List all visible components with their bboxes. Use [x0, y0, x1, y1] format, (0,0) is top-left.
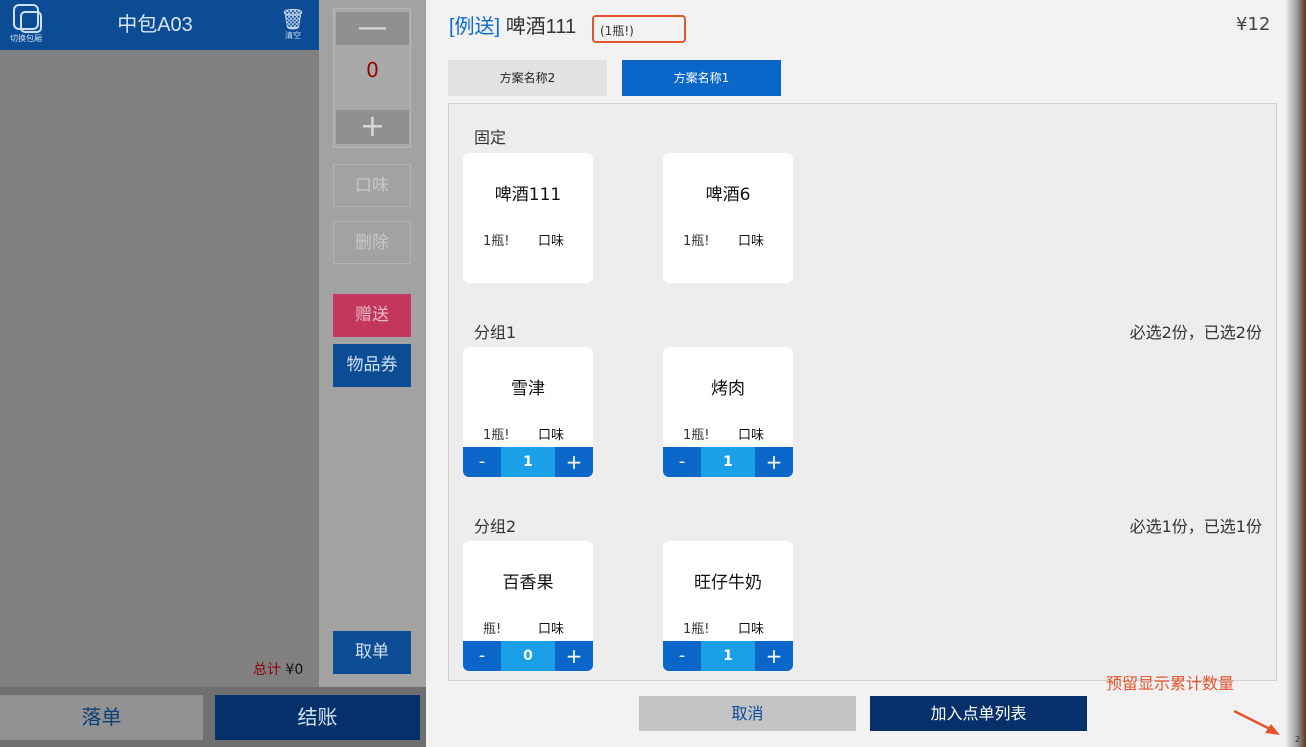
order-total: 总计 ¥0 [253, 659, 303, 679]
total-label: 总计 [253, 662, 281, 678]
item-plus-button[interactable]: + [755, 447, 793, 477]
voucher-button[interactable]: 物品券 [333, 344, 411, 387]
item-card[interactable]: 啤酒111 1瓶! 口味 [463, 153, 593, 283]
item-unit: 1瓶! [683, 234, 710, 249]
quantity-plus-button[interactable]: + [336, 110, 409, 144]
dish-price: ¥12 [1236, 14, 1271, 35]
switch-room-icon [13, 4, 42, 33]
page-number: 2 [1295, 735, 1301, 744]
dialog-title-tag: [例送] [449, 16, 501, 38]
item-card[interactable]: 百香果 瓶! 口味 - 0 + [463, 541, 593, 671]
dialog-title-name: 啤酒111 [505, 16, 577, 38]
dialog-title: [例送] 啤酒111 [449, 10, 576, 39]
quantity-minus-button[interactable]: — [336, 12, 409, 45]
item-minus-button[interactable]: - [663, 447, 701, 477]
gift-button[interactable]: 赠送 [333, 294, 411, 337]
group-title: 固定 [474, 128, 507, 147]
item-taste-button[interactable]: 口味 [738, 424, 764, 443]
item-name: 啤酒111 [494, 185, 562, 205]
item-quantity-stepper: - 1 + [663, 641, 793, 671]
room-name: 中包A03 [117, 14, 193, 36]
item-card[interactable]: 雪津 1瓶! 口味 - 1 + [463, 347, 593, 477]
annotation-note: 预留显示累计数量 [1106, 674, 1235, 693]
order-list [0, 50, 319, 687]
trash-icon: 🗑 [280, 7, 306, 31]
item-card[interactable]: 烤肉 1瓶! 口味 - 1 + [663, 347, 793, 477]
item-name: 烤肉 [711, 379, 745, 399]
item-minus-button[interactable]: - [463, 447, 501, 477]
item-count: 1 [501, 447, 555, 477]
tab-plan-1[interactable]: 方案名称1 [622, 60, 781, 96]
item-unit: 1瓶! [483, 428, 510, 443]
item-name: 旺仔牛奶 [694, 573, 762, 593]
item-card[interactable]: 啤酒6 1瓶! 口味 [663, 153, 793, 283]
item-minus-button[interactable]: - [663, 641, 701, 671]
item-unit: 1瓶! [683, 622, 710, 637]
item-quantity-stepper: - 1 + [463, 447, 593, 477]
total-value: ¥0 [285, 662, 304, 678]
quantity-value: 0 [366, 58, 379, 82]
item-name: 雪津 [511, 379, 545, 399]
item-quantity-stepper: - 0 + [463, 641, 593, 671]
fetch-order-button[interactable]: 取单 [333, 631, 411, 674]
dialog-edge [1284, 0, 1306, 747]
place-order-button[interactable]: 落单 [0, 695, 203, 740]
item-name: 啤酒6 [705, 185, 751, 205]
item-taste-button[interactable]: 口味 [738, 618, 764, 637]
cancel-button[interactable]: 取消 [639, 696, 856, 731]
switch-room-label: 切换包厢 [10, 34, 42, 43]
checkout-button[interactable]: 结账 [215, 695, 420, 740]
add-to-order-button[interactable]: 加入点单列表 [870, 696, 1087, 731]
item-unit: 1瓶! [483, 234, 510, 249]
item-count: 1 [701, 447, 755, 477]
group-title: 分组2 [474, 517, 517, 536]
item-count: 1 [701, 641, 755, 671]
unit-badge: (1瓶!) [592, 15, 686, 43]
item-quantity-stepper: - 1 + [663, 447, 793, 477]
clear-button[interactable]: 🗑 清空 [278, 8, 308, 48]
item-unit: 1瓶! [683, 428, 710, 443]
item-taste-button[interactable]: 口味 [538, 424, 564, 443]
item-unit: 瓶! [483, 622, 502, 637]
tab-plan-2[interactable]: 方案名称2 [448, 60, 607, 96]
group-title: 分组1 [474, 323, 517, 342]
item-plus-button[interactable]: + [555, 447, 593, 477]
item-count: 0 [501, 641, 555, 671]
annotation-arrow-icon [1233, 709, 1280, 735]
item-card[interactable]: 旺仔牛奶 1瓶! 口味 - 1 + [663, 541, 793, 671]
item-taste-button[interactable]: 口味 [538, 230, 564, 249]
item-plus-button[interactable]: + [555, 641, 593, 671]
item-plus-button[interactable]: + [755, 641, 793, 671]
clear-label: 清空 [285, 31, 301, 40]
item-taste-button[interactable]: 口味 [538, 618, 564, 637]
item-taste-button[interactable]: 口味 [738, 230, 764, 249]
group-rule: 必选1份，已选1份 [1129, 517, 1262, 536]
item-name: 百香果 [502, 573, 554, 593]
switch-room-button[interactable]: 切换包厢 [6, 4, 46, 48]
taste-button[interactable]: 口味 [333, 164, 411, 207]
group-rule: 必选2份，已选2份 [1129, 323, 1262, 342]
delete-button[interactable]: 删除 [333, 221, 411, 264]
item-minus-button[interactable]: - [463, 641, 501, 671]
